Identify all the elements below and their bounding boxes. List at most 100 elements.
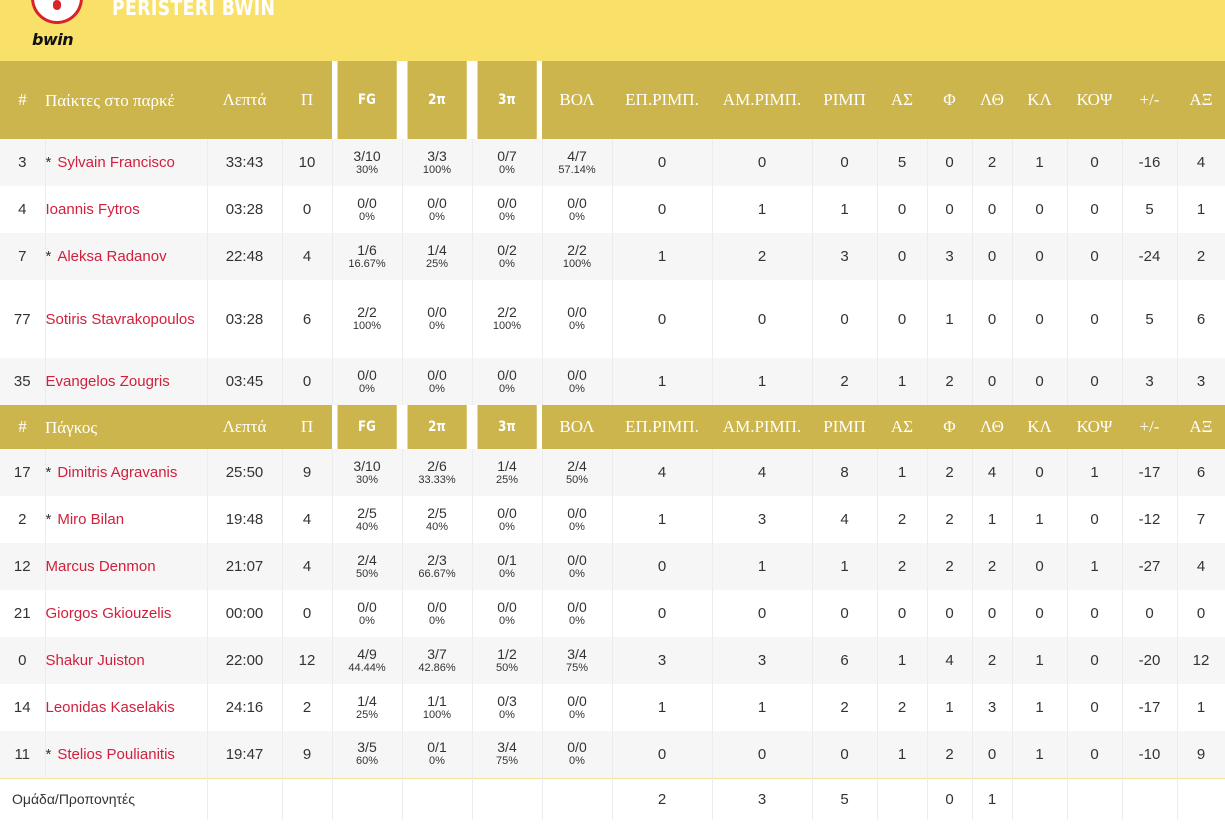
blocks: 0 (1067, 280, 1123, 358)
player-name-link[interactable]: Sotiris Stavrakopoulos (46, 311, 195, 328)
plus-minus: 3 (1122, 358, 1178, 405)
team-stl-cell (1012, 777, 1068, 820)
three-pointers-value: 0/7 0% (473, 149, 542, 177)
player-number: 7 (0, 233, 46, 280)
fouls: 2 (927, 543, 973, 590)
player-name-link[interactable]: Ioannis Fytros (46, 201, 140, 218)
col-minutes: Λεπτά (207, 61, 282, 139)
efficiency: 4 (1177, 543, 1225, 590)
steals: 1 (1012, 139, 1068, 186)
col-ft: ΒΟΛ (542, 405, 612, 449)
player-name-cell: Sotiris Stavrakopoulos (45, 280, 208, 358)
col-reb: ΡΙΜΠ (812, 61, 877, 139)
efficiency: 2 (1177, 233, 1225, 280)
player-number: 17 (0, 449, 46, 496)
field-goals-value: 0/0 0% (333, 600, 402, 628)
player-name-link[interactable]: Leonidas Kaselakis (46, 699, 175, 716)
points: 12 (282, 637, 333, 684)
field-goals: 3/10 30% (332, 449, 403, 496)
defensive-rebounds: 0 (712, 139, 813, 186)
points: 9 (282, 731, 333, 778)
col-to: ΛΘ (972, 405, 1012, 449)
points: 4 (282, 233, 333, 280)
made-attempted: 0/0 (357, 598, 377, 615)
col-2p: 2π (407, 61, 467, 139)
team-logo[interactable]: bwin (28, 0, 86, 54)
rebounds: 1 (812, 543, 878, 590)
bench-body: 17 * Dimitris Agravanis 25:50 9 3/10 30% 2/6 33.… (0, 449, 1225, 778)
player-name-link[interactable]: Evangelos Zougris (46, 373, 170, 390)
made-attempted: 0/0 (427, 304, 447, 320)
field-goals: 4/9 44.44% (332, 637, 403, 684)
assists: 1 (877, 449, 928, 496)
free-throws-value: 0/0 0% (543, 600, 612, 628)
blocks: 0 (1067, 139, 1123, 186)
col-number: # (0, 61, 45, 139)
steals: 0 (1012, 233, 1068, 280)
made-attempted: 0/0 (427, 366, 447, 383)
two-pointers-value: 1/1 100% (403, 694, 472, 722)
offensive-rebounds: 1 (612, 684, 713, 731)
percentage: 0% (429, 320, 445, 332)
starters-header-row: # Παίκτες στο παρκέ Λεπτά Π FG 2π 3π ΒΟΛ… (0, 61, 1225, 139)
player-name-link[interactable]: Marcus Denmon (46, 558, 156, 575)
turnovers: 1 (972, 496, 1013, 543)
player-number: 11 (0, 731, 46, 778)
made-attempted: 4/7 (567, 147, 587, 164)
fouls: 2 (927, 731, 973, 778)
two-pointers-value: 3/7 42.86% (403, 647, 472, 675)
two-pointers: 2/5 40% (402, 496, 473, 543)
player-name-link[interactable]: Stelios Poulianitis (57, 746, 175, 763)
plus-minus: -12 (1122, 496, 1178, 543)
made-attempted: 1/4 (497, 457, 517, 474)
team-3p-cell (472, 777, 543, 820)
rebounds: 2 (812, 684, 878, 731)
percentage: 100% (422, 708, 452, 721)
defensive-rebounds: 2 (712, 233, 813, 280)
steals: 1 (1012, 496, 1068, 543)
free-throws: 0/0 0% (542, 496, 613, 543)
made-attempted: 2/5 (357, 504, 377, 521)
player-name-link[interactable]: Sylvain Francisco (57, 154, 175, 171)
player-row: 7 * Aleksa Radanov 22:48 4 1/6 16.67% 1/4 25% 0/2… (0, 233, 1225, 280)
minutes: 22:00 (207, 637, 283, 684)
offensive-rebounds: 1 (612, 496, 713, 543)
three-pointers: 0/7 0% (472, 139, 543, 186)
percentage: 0% (499, 257, 515, 270)
three-pointers-value: 0/3 0% (473, 694, 542, 722)
made-attempted: 3/4 (567, 645, 587, 662)
two-pointers: 0/1 0% (402, 731, 473, 778)
col-bench: Πάγκος (45, 405, 207, 449)
col-eff: ΑΞ (1177, 405, 1225, 449)
player-name-link[interactable]: Giorgos Gkiouzelis (46, 605, 172, 622)
two-pointers-value: 0/0 0% (403, 368, 472, 396)
turnovers: 0 (972, 280, 1013, 358)
blocks: 0 (1067, 186, 1123, 233)
player-number: 14 (0, 684, 46, 731)
turnovers: 3 (972, 684, 1013, 731)
player-name-link[interactable]: Miro Bilan (57, 511, 124, 528)
plus-minus: -10 (1122, 731, 1178, 778)
made-attempted: 2/4 (567, 457, 587, 474)
col-minutes: Λεπτά (207, 405, 282, 449)
made-attempted: 0/0 (357, 194, 377, 211)
free-throws: 0/0 0% (542, 731, 613, 778)
player-number: 21 (0, 590, 46, 637)
assists: 2 (877, 543, 928, 590)
starter-star-icon: * (45, 154, 52, 171)
made-attempted: 3/10 (353, 457, 381, 474)
player-name-link[interactable]: Shakur Juiston (46, 652, 145, 669)
player-name-link[interactable]: Dimitris Agravanis (57, 464, 177, 481)
blocks: 0 (1067, 233, 1123, 280)
defensive-rebounds: 0 (712, 590, 813, 637)
steals: 0 (1012, 186, 1068, 233)
free-throws-value: 0/0 0% (543, 506, 612, 534)
made-attempted: 1/4 (427, 241, 447, 258)
percentage: 100% (492, 320, 522, 332)
two-pointers: 2/6 33.33% (402, 449, 473, 496)
made-attempted: 4/9 (357, 645, 377, 662)
player-name-link[interactable]: Aleksa Radanov (57, 248, 166, 265)
fouls: 1 (927, 280, 973, 358)
rebounds: 6 (812, 637, 878, 684)
player-number: 77 (0, 280, 46, 358)
